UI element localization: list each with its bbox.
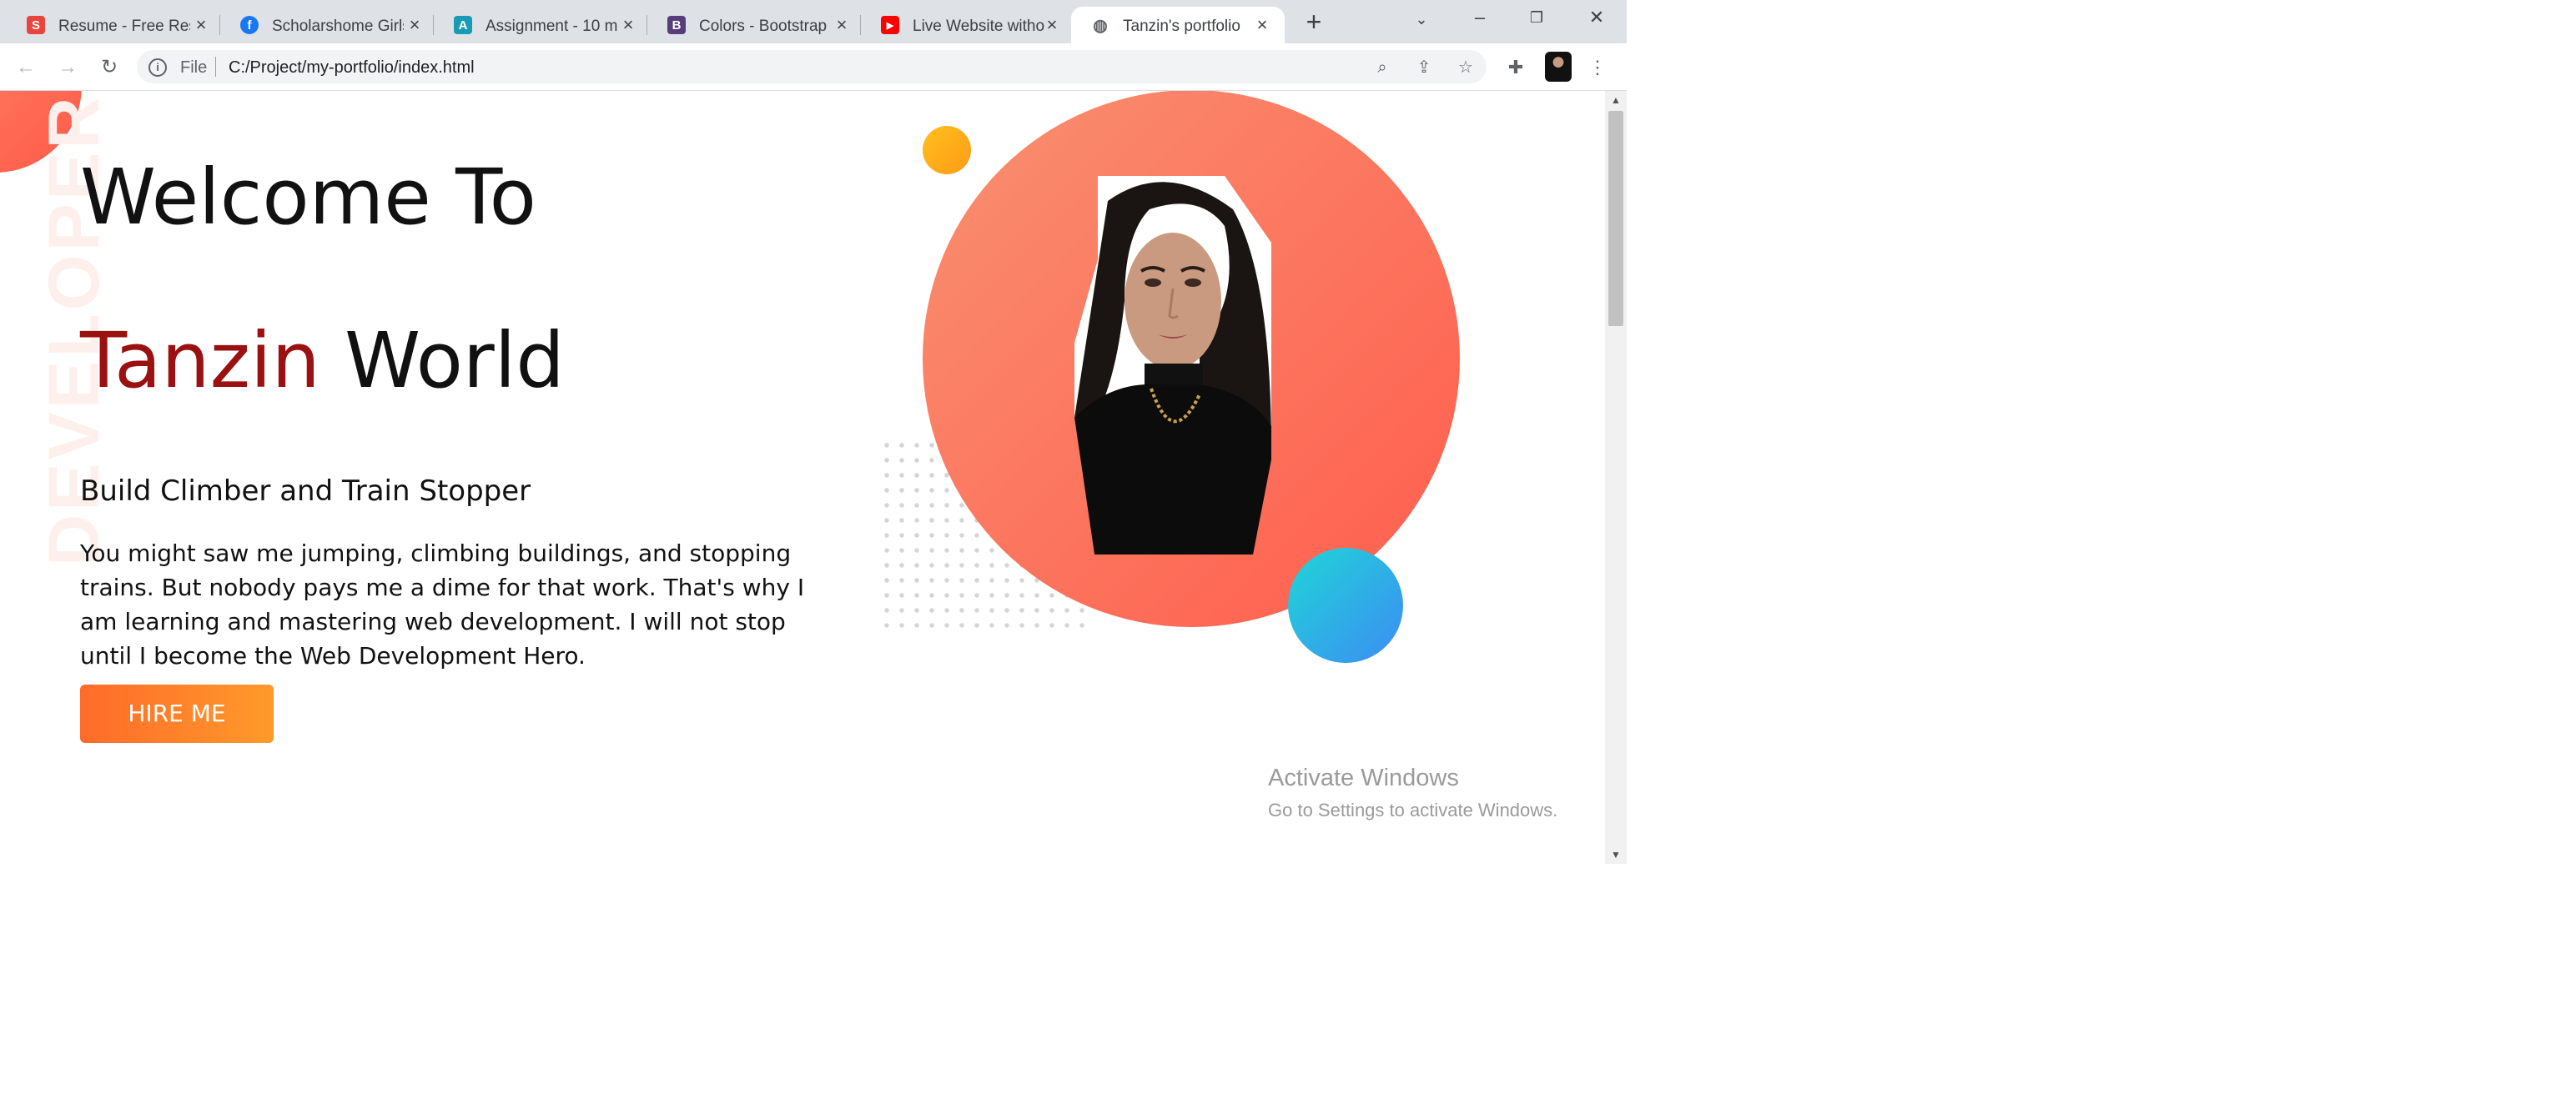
hero-heading-line2: Tanzin World <box>80 323 565 399</box>
hero-description: You might saw me jumping, climbing build… <box>80 539 805 670</box>
scroll-down-arrow-icon[interactable]: ▼ <box>1605 846 1627 864</box>
browser-toolbar: ← → ↻ i File C:/Project/my-portfolio/ind… <box>0 43 1627 91</box>
restore-icon[interactable]: ❐ <box>1520 5 1553 30</box>
profile-avatar[interactable] <box>1545 52 1572 82</box>
activate-windows-title: Activate Windows <box>1268 765 1459 791</box>
hero-name: Tanzin <box>80 316 320 405</box>
close-window-icon[interactable]: ✕ <box>1580 5 1613 30</box>
tab-assignment[interactable]: A Assignment - 10 minutes × <box>434 7 647 43</box>
back-icon[interactable]: ← <box>13 55 38 80</box>
activate-windows-subtitle: Go to Settings to activate Windows. <box>1268 800 1558 820</box>
tab-bootstrap[interactable]: B Colors - Bootstrap × <box>647 7 861 43</box>
blue-circle-decoration <box>1288 548 1403 663</box>
globe-icon: ◍ <box>1093 16 1108 35</box>
info-icon[interactable]: i <box>148 58 167 77</box>
tab-resume[interactable]: S Resume - Free Resume × <box>7 7 220 43</box>
close-icon[interactable]: × <box>192 16 210 34</box>
youtube-icon: ▶ <box>881 16 899 34</box>
bootstrap-icon: B <box>667 16 686 34</box>
orange-circle-decoration <box>923 126 971 174</box>
bookmark-star-icon[interactable]: ☆ <box>1455 57 1477 78</box>
address-scheme: File <box>180 58 208 77</box>
hero-heading-line1: Welcome To <box>80 153 536 242</box>
classroom-icon: A <box>454 16 472 34</box>
resume-site-icon: S <box>27 16 45 34</box>
tab-title: Assignment - 10 minutes <box>486 18 617 35</box>
tab-search-icon[interactable]: ⌄ <box>1405 7 1438 32</box>
scroll-thumb[interactable] <box>1608 111 1623 326</box>
tab-title: Resume - Free Resume <box>58 18 190 35</box>
address-url[interactable]: C:/Project/my-portfolio/index.html <box>229 58 475 78</box>
tab-title: Scholarshome Girls Scholarship <box>272 18 404 35</box>
hire-me-button[interactable]: HIRE ME <box>80 685 274 743</box>
close-icon[interactable]: × <box>405 16 424 34</box>
tab-title: Colors - Bootstrap <box>699 18 828 35</box>
tab-strip: S Resume - Free Resume × f Scholarshome … <box>0 0 1627 43</box>
share-icon[interactable]: ⇪ <box>1413 57 1435 78</box>
tab-portfolio[interactable]: ◍ Tanzin's portfolio × <box>1071 7 1285 43</box>
zoom-icon[interactable]: ⌕ <box>1371 57 1393 78</box>
scroll-up-arrow-icon[interactable]: ▲ <box>1605 91 1627 109</box>
close-icon[interactable]: × <box>619 16 637 34</box>
page-scrollbar[interactable]: ▲ ▼ <box>1605 91 1627 864</box>
forward-icon[interactable]: → <box>55 55 80 80</box>
extensions-icon[interactable]: ✚ <box>1503 55 1528 80</box>
tab-title: Live Website without Hosting <box>913 18 1044 35</box>
address-bar[interactable]: i File C:/Project/my-portfolio/index.htm… <box>137 50 1487 83</box>
minimize-icon[interactable]: – <box>1463 5 1497 30</box>
new-tab-button[interactable]: + <box>1300 8 1328 37</box>
close-icon[interactable]: × <box>1253 16 1271 34</box>
profile-photo <box>1074 176 1271 555</box>
hero-subtitle: Build Climber and Train Stopper <box>80 474 531 508</box>
tab-scholarshome[interactable]: f Scholarshome Girls Scholarship × <box>220 7 434 43</box>
close-icon[interactable]: × <box>1043 16 1061 34</box>
facebook-icon: f <box>240 16 259 34</box>
tab-title: Tanzin's portfolio <box>1123 18 1240 35</box>
page-viewport: DEVELOPER Welcome To Tanzin World Build … <box>0 91 1605 864</box>
reload-icon[interactable]: ↻ <box>97 55 122 80</box>
tab-youtube[interactable]: ▶ Live Website without Hosting × <box>861 7 1069 43</box>
hero-heading-world: World <box>319 316 565 405</box>
menu-kebab-icon[interactable]: ⋮ <box>1585 55 1610 80</box>
address-divider <box>215 57 216 77</box>
browser-window: S Resume - Free Resume × f Scholarshome … <box>0 0 1627 864</box>
close-icon[interactable]: × <box>833 16 851 34</box>
